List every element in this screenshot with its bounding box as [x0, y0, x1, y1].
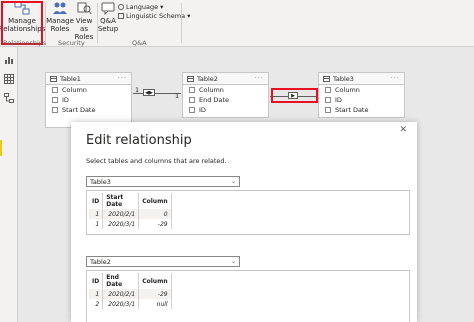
field-row[interactable]: Start Date	[319, 105, 404, 115]
roles-icon	[52, 1, 68, 15]
field-icon	[189, 107, 195, 113]
chevron-down-icon: ▾	[160, 3, 164, 11]
group-divider	[181, 3, 182, 43]
table-card-table2[interactable]: Table2 ··· Column End Date ID	[182, 72, 269, 118]
field-icon	[325, 87, 331, 93]
chevron-down-icon: ▾	[187, 12, 191, 20]
more-options-icon[interactable]: ···	[391, 74, 400, 82]
edit-relationship-dialog: Edit relationship ✕ Select tables and co…	[71, 122, 417, 322]
view-as-icon	[76, 1, 92, 15]
field-icon	[325, 107, 331, 113]
field-icon	[52, 107, 58, 113]
ribbon: Manage Relationships Relationships Manag…	[0, 0, 474, 47]
first-table-preview: ID Start Date Column 1 2020/2/1 0 1 2020…	[86, 190, 410, 235]
linguistic-schema-dropdown[interactable]: Linguistic Schema ▾	[118, 12, 190, 20]
cardinality-label: 1	[175, 92, 180, 100]
table-card-table3[interactable]: Table3 ··· Column ID Start Date	[318, 72, 405, 118]
cross-filter-icon[interactable]: ◀▶	[143, 89, 155, 96]
column-header[interactable]: ID	[89, 193, 104, 209]
preview-table: ID End Date Column 1 2020/2/1 -29 2 2020…	[89, 273, 172, 309]
column-header[interactable]: End Date	[102, 273, 140, 289]
table-icon	[187, 75, 194, 82]
field-row[interactable]: Column	[319, 85, 404, 95]
field-row[interactable]: Column	[183, 85, 268, 95]
table-row: 1 2020/2/1 -29	[89, 289, 172, 299]
table-card-header: Table1 ···	[46, 73, 131, 85]
more-options-icon[interactable]: ···	[118, 74, 127, 82]
schema-icon	[118, 13, 124, 19]
field-icon	[325, 97, 331, 103]
table-icon	[50, 75, 57, 82]
qa-icon	[100, 1, 116, 16]
table-card-header: Table3 ···	[319, 73, 404, 85]
field-row[interactable]: Column	[46, 85, 131, 95]
table-icon	[323, 75, 330, 82]
field-row[interactable]: ID	[319, 95, 404, 105]
chevron-down-icon: ⌄	[230, 258, 236, 265]
chevron-down-icon: ⌄	[230, 178, 236, 185]
column-header[interactable]: Column	[138, 273, 172, 289]
field-icon	[52, 97, 58, 103]
report-view-icon[interactable]	[4, 55, 14, 65]
field-row[interactable]: End Date	[183, 95, 268, 105]
first-table-select[interactable]: Table3 ⌄	[86, 176, 240, 187]
table-card-table1[interactable]: Table1 ··· Column ID Start Date	[45, 72, 132, 128]
more-options-icon[interactable]: ···	[255, 74, 264, 82]
left-nav	[0, 47, 18, 322]
field-icon	[189, 97, 195, 103]
field-icon	[189, 87, 195, 93]
relationship-line[interactable]	[133, 93, 181, 94]
group-label-relationships: Relationships	[3, 39, 47, 47]
column-header[interactable]: ID	[89, 273, 104, 289]
table-row: 1 2020/2/1 0	[89, 209, 172, 219]
manage-roles-button[interactable]: Manage Roles	[46, 1, 74, 33]
field-row[interactable]: ID	[46, 95, 131, 105]
language-dropdown[interactable]: Language ▾	[118, 3, 163, 11]
table-row: 1 2020/3/1 -29	[89, 219, 172, 229]
table-row: 2 2020/3/1 null	[89, 299, 172, 309]
dialog-subtitle: Select tables and columns that are relat…	[86, 157, 227, 165]
model-view-icon[interactable]	[4, 93, 14, 103]
language-icon	[118, 4, 124, 10]
close-icon[interactable]: ✕	[399, 125, 407, 135]
column-header[interactable]: Start Date	[102, 193, 140, 209]
preview-table: ID Start Date Column 1 2020/2/1 0 1 2020…	[89, 193, 172, 229]
field-row[interactable]: Start Date	[46, 105, 131, 115]
qa-setup-button[interactable]: Q&A Setup	[98, 1, 118, 33]
relationship-highlight-box	[271, 88, 318, 103]
data-view-icon[interactable]	[4, 74, 14, 84]
table-card-header: Table2 ···	[183, 73, 268, 85]
column-header[interactable]: Column	[138, 193, 172, 209]
group-label-security: Security	[58, 39, 85, 47]
group-label-qa: Q&A	[132, 39, 147, 47]
view-as-roles-button[interactable]: View as Roles	[73, 1, 95, 41]
active-indicator	[0, 140, 2, 156]
group-divider	[97, 3, 98, 43]
field-row[interactable]: ID	[183, 105, 268, 115]
second-table-preview: ID End Date Column 1 2020/2/1 -29 2 2020…	[86, 270, 410, 322]
second-table-select[interactable]: Table2 ⌄	[86, 256, 240, 267]
dialog-title: Edit relationship	[86, 133, 192, 148]
field-icon	[52, 87, 58, 93]
